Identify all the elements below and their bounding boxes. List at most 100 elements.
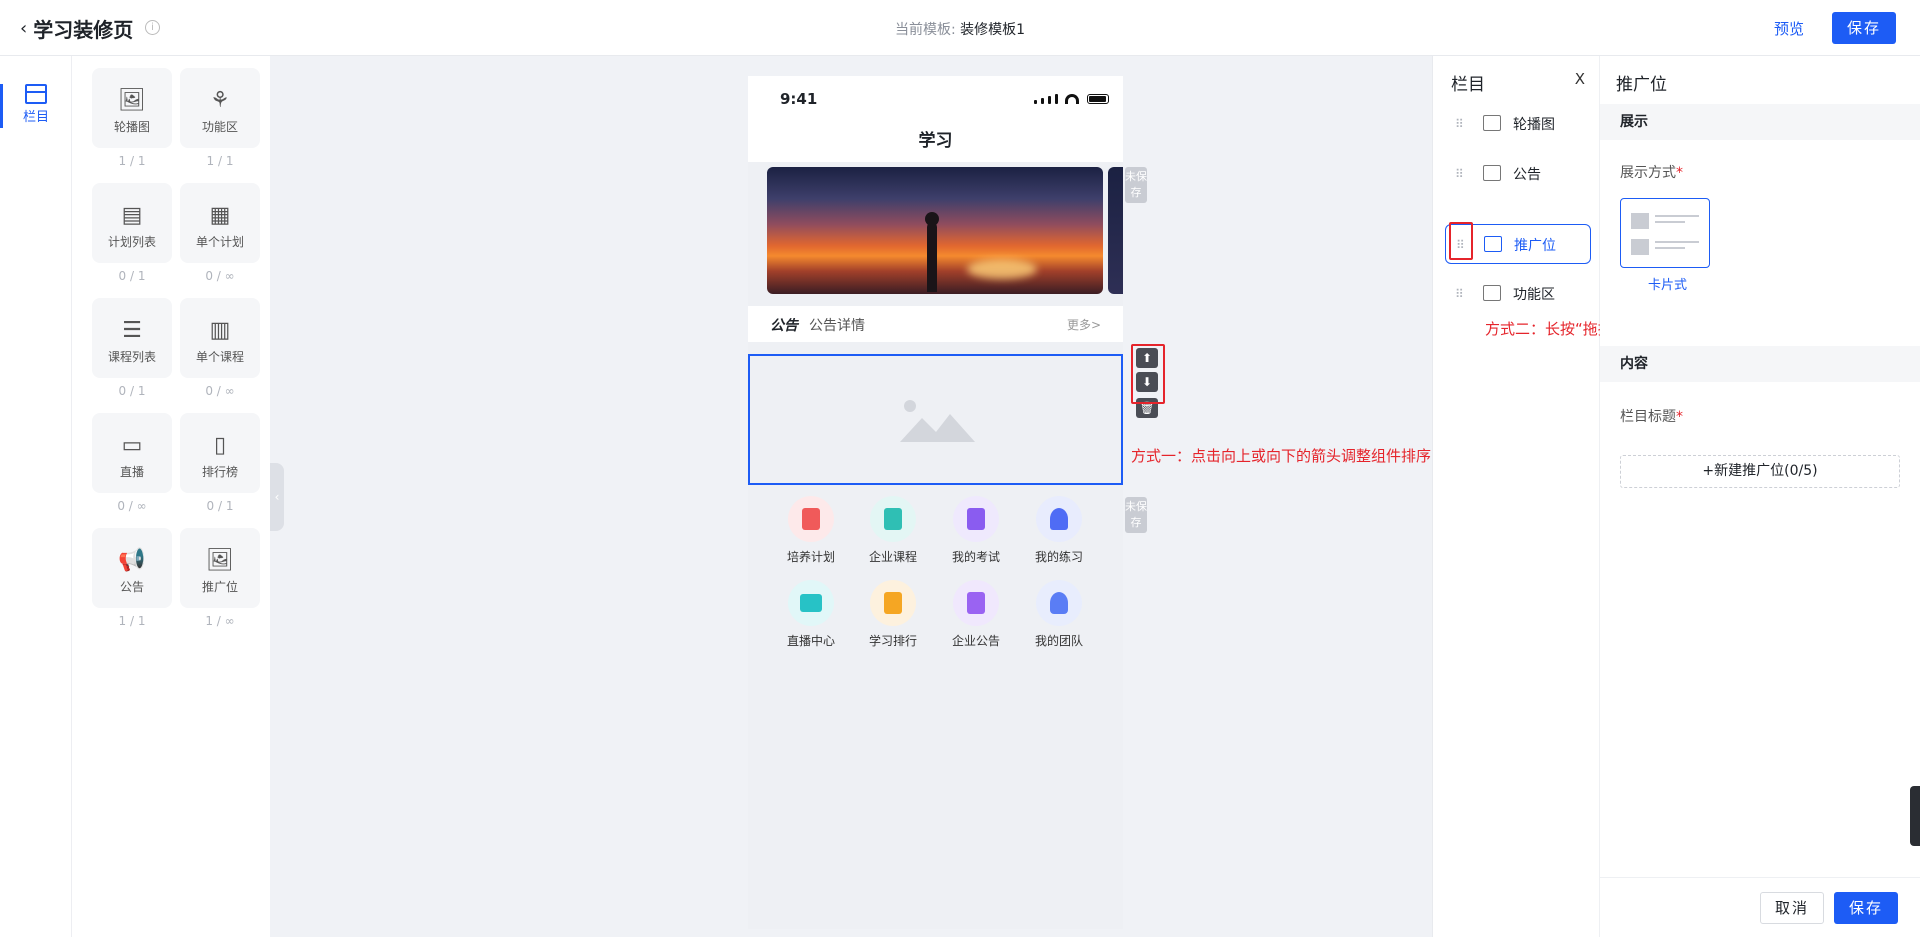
cancel-button[interactable]: 取消 xyxy=(1760,892,1824,924)
new-promo-button[interactable]: +新建推广位(0/5) xyxy=(1620,455,1900,488)
preview-button[interactable]: 预览 xyxy=(1774,18,1804,39)
section-display: 展示 xyxy=(1600,104,1920,140)
status-bar: 9:41 xyxy=(748,76,1123,120)
pen-icon xyxy=(1036,496,1082,542)
calendar-icon: ▦ xyxy=(209,203,231,228)
lib-item-single-course[interactable]: ▥ 单个课程 xyxy=(180,298,260,378)
video-icon xyxy=(788,580,834,626)
chevron-left-icon: ‹ xyxy=(274,490,280,504)
section-content: 内容 xyxy=(1600,346,1920,382)
collapse-panel-button[interactable]: ‹ xyxy=(270,463,284,531)
grid-item-label: 我的考试 xyxy=(951,550,1000,564)
save-button[interactable]: 保存 xyxy=(1832,12,1896,44)
lib-item-single-plan[interactable]: ▦ 单个计划 xyxy=(180,183,260,263)
save-button-bottom[interactable]: 保存 xyxy=(1834,892,1898,924)
grid-item-enterprise-course[interactable]: 企业课程 xyxy=(858,496,928,565)
component-library: 🖼 轮播图 1 / 1 ⚘ 功能区 1 / 1 ▤ 计划列表 0 / 1 ▦ 单个计划 … xyxy=(72,56,270,937)
lib-item-count: 0 / ∞ xyxy=(117,499,147,513)
unsaved-badge-carousel: 未保存 xyxy=(1125,167,1147,203)
promo-slot-selected[interactable] xyxy=(748,354,1123,485)
grid-item-label: 直播中心 xyxy=(786,634,835,648)
template-name: 装修模板1 xyxy=(960,22,1026,38)
grid-item-my-exam[interactable]: 我的考试 xyxy=(941,496,1011,565)
grid-item-live-center[interactable]: 直播中心 xyxy=(776,580,846,649)
lib-item-plan-list[interactable]: ▤ 计划列表 xyxy=(92,183,172,263)
outline-title: 栏目 xyxy=(1451,75,1485,95)
rail-item-columns[interactable]: 栏目 xyxy=(0,84,72,132)
bar-chart-icon: ▯ xyxy=(213,433,227,458)
notice-bar[interactable]: 公告 公告详情 更多> xyxy=(748,306,1123,342)
signal-icon xyxy=(1055,94,1058,104)
template-prefix: 当前模板: xyxy=(894,22,961,38)
lib-item-carousel[interactable]: 🖼 轮播图 xyxy=(92,68,172,148)
stack-icon: ☰ xyxy=(122,318,142,343)
megaphone-icon xyxy=(953,580,999,626)
lib-item-promo[interactable]: 🖼 推广位 xyxy=(180,528,260,608)
grid-item-training-plan[interactable]: 培养计划 xyxy=(776,496,846,565)
close-icon[interactable]: X xyxy=(1575,70,1585,88)
column-title-label: 栏目标题* xyxy=(1620,409,1683,425)
image-icon: 🖼 xyxy=(118,88,146,113)
grid-item-my-practice[interactable]: 我的练习 xyxy=(1024,496,1094,565)
card-preview-row xyxy=(1631,213,1699,229)
display-mode-label: 展示方式* xyxy=(1620,165,1683,181)
lib-item-course-list[interactable]: ☰ 课程列表 xyxy=(92,298,172,378)
banner-figure xyxy=(927,222,937,292)
bar-chart-icon xyxy=(870,580,916,626)
column-outline-panel: 栏目 X ⠿ 轮播图 ⠿ 公告 ⠿ 推广位 ⠿ 功能区 xyxy=(1432,56,1600,937)
signal-icon xyxy=(1034,100,1037,104)
annotation-highlight-arrows xyxy=(1131,344,1165,404)
lib-item-count: 0 / 1 xyxy=(118,269,146,283)
megaphone-icon xyxy=(1483,165,1501,181)
grid-item-label: 学习排行 xyxy=(868,634,917,648)
lib-item-label: 计划列表 xyxy=(107,235,156,249)
floating-side-widget[interactable] xyxy=(1910,786,1920,846)
current-template: 当前模板: 装修模板1 xyxy=(0,19,1920,39)
lib-item-notice[interactable]: 📢 公告 xyxy=(92,528,172,608)
display-option-label: 卡片式 xyxy=(1648,278,1688,293)
lib-item-label: 轮播图 xyxy=(113,120,150,134)
lib-item-live[interactable]: ▭ 直播 xyxy=(92,413,172,493)
grid-item-my-team[interactable]: 我的团队 xyxy=(1024,580,1094,649)
grid-item-study-ranking[interactable]: 学习排行 xyxy=(858,580,928,649)
outline-item-label: 功能区 xyxy=(1513,287,1555,303)
drag-handle-icon[interactable]: ⠿ xyxy=(1455,167,1464,181)
exam-icon xyxy=(953,496,999,542)
status-icons xyxy=(1034,94,1109,104)
course-icon xyxy=(870,496,916,542)
megaphone-icon: 📢 xyxy=(118,548,146,573)
lib-item-label: 推广位 xyxy=(201,580,238,594)
outline-item-function-area[interactable]: ⠿ 功能区 xyxy=(1445,274,1591,314)
grid-item-enterprise-notice[interactable]: 企业公告 xyxy=(941,580,1011,649)
drag-handle-icon[interactable]: ⠿ xyxy=(1455,117,1464,131)
carousel-banner[interactable] xyxy=(767,167,1103,294)
lib-item-label: 单个课程 xyxy=(195,350,244,364)
outline-item-notice[interactable]: ⠿ 公告 xyxy=(1445,154,1591,194)
status-time: 9:41 xyxy=(780,90,818,108)
book-icon: ▥ xyxy=(209,318,231,343)
image-icon xyxy=(1631,213,1649,229)
user-icon xyxy=(1036,580,1082,626)
outline-item-carousel[interactable]: ⠿ 轮播图 xyxy=(1445,104,1591,144)
carousel-next-slide xyxy=(1108,167,1123,294)
lib-item-count: 1 / 1 xyxy=(118,614,146,628)
lib-item-label: 功能区 xyxy=(201,120,238,134)
lib-item-count: 1 / 1 xyxy=(206,154,234,168)
calendar-list-icon: ▤ xyxy=(121,203,143,228)
signal-icon xyxy=(1041,98,1044,104)
lib-item-label: 公告 xyxy=(119,580,144,594)
lib-item-function-area[interactable]: ⚘ 功能区 xyxy=(180,68,260,148)
drag-handle-icon[interactable]: ⠿ xyxy=(1455,287,1464,301)
display-option-card[interactable] xyxy=(1620,198,1710,268)
card-preview-row xyxy=(1631,239,1699,255)
picture-icon xyxy=(1484,236,1502,252)
props-title: 推广位 xyxy=(1616,75,1667,95)
picture-icon: 🖼 xyxy=(206,548,234,573)
notice-more-link[interactable]: 更多> xyxy=(1067,316,1101,333)
column-title-text: 栏目标题 xyxy=(1620,409,1676,425)
grid-item-label: 企业课程 xyxy=(868,550,917,564)
image-placeholder-icon xyxy=(900,400,975,442)
lib-item-count: 1 / 1 xyxy=(118,154,146,168)
phone-preview: 9:41 学习 公告 公告详情 更多> 培养计划 企业课程 我的考试 我的练习 … xyxy=(748,76,1123,929)
lib-item-ranking[interactable]: ▯ 排行榜 xyxy=(180,413,260,493)
